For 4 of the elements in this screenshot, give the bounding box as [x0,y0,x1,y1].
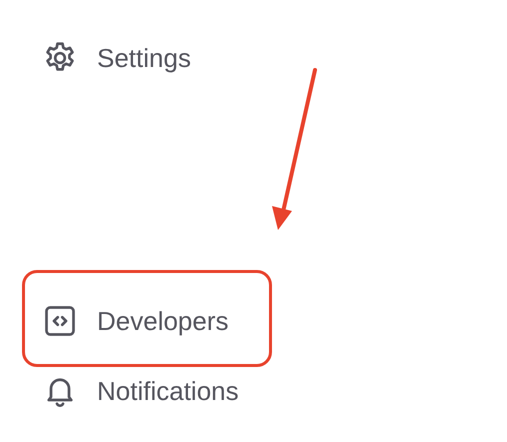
sidebar-item[interactable]: Settings [42,40,191,76]
sidebar-item[interactable]: Notifications [42,373,239,409]
sidebar-item[interactable]: Developers [42,303,229,339]
code-icon [42,303,78,339]
